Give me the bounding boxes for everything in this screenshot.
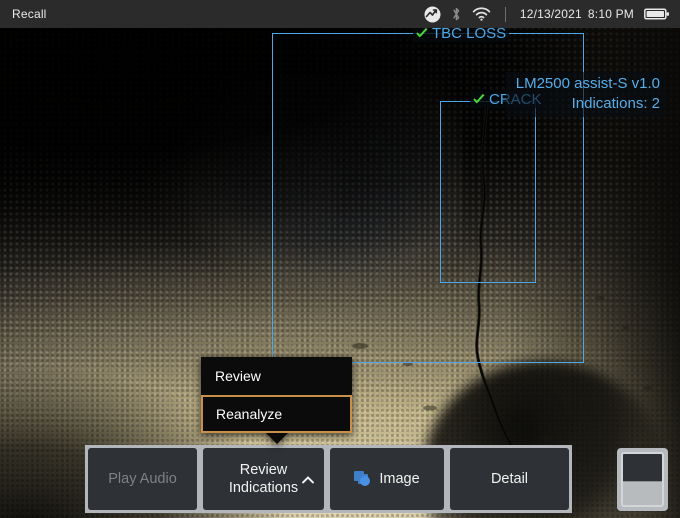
image-button-frame: Image	[327, 445, 447, 513]
battery-icon[interactable]	[644, 7, 670, 21]
bluetooth-icon[interactable]	[451, 6, 462, 23]
review-indications-button-frame: Review Indications	[200, 445, 327, 513]
check-icon	[416, 28, 430, 41]
layers-image-icon	[354, 471, 372, 487]
clock-time: 8:10 PM	[588, 7, 634, 21]
review-indications-label-line2: Indications	[229, 479, 298, 497]
scroll-thumb[interactable]	[623, 481, 662, 505]
chevron-up-icon	[302, 475, 313, 486]
play-audio-button[interactable]: Play Audio	[88, 448, 197, 510]
play-audio-button-frame: Play Audio	[85, 445, 200, 513]
review-indications-label-line1: Review	[229, 461, 298, 479]
clock-date: 12/13/2021	[520, 7, 582, 21]
image-label: Image	[379, 470, 419, 488]
detail-label: Detail	[491, 470, 528, 488]
detection-label-tbc-loss: TBC LOSS	[413, 28, 509, 42]
detail-button-frame: Detail	[447, 445, 572, 513]
toolbar-left-spacer	[0, 445, 85, 518]
image-button[interactable]: Image	[330, 448, 444, 510]
review-indications-button[interactable]: Review Indications	[203, 448, 324, 510]
menu-item-label: Reanalyze	[216, 406, 282, 422]
menu-item-reanalyze[interactable]: Reanalyze	[201, 395, 352, 433]
clock: 12/13/2021 8:10 PM	[520, 7, 634, 21]
image-scroll-thumb-widget[interactable]	[617, 448, 668, 511]
play-audio-label: Play Audio	[108, 470, 177, 488]
menu-item-review[interactable]: Review	[201, 357, 352, 395]
popup-caret-icon	[266, 433, 288, 444]
wifi-icon[interactable]	[472, 6, 491, 23]
assist-model-version: LM2500 assist-S v1.0	[516, 74, 660, 94]
detection-label-text: TBC LOSS	[432, 28, 506, 42]
review-indications-popup-menu[interactable]: Review Reanalyze	[201, 357, 352, 433]
borescope-app-window: TBC LOSS CRACK LM2500 assist-S v1.0 Indi…	[0, 0, 680, 518]
scroll-track-upper	[623, 454, 662, 481]
assist-indications-count: Indications: 2	[516, 94, 660, 114]
bottom-toolbar: Play Audio Review Indications Image	[0, 445, 680, 518]
menu-item-label: Review	[215, 368, 261, 384]
tray-divider	[505, 7, 506, 22]
scroll-track[interactable]	[621, 452, 664, 507]
status-bar: Recall 12/13/2021 8:10 PM	[0, 0, 680, 28]
assist-info-panel: LM2500 assist-S v1.0 Indications: 2	[506, 72, 666, 117]
activity-icon[interactable]	[424, 6, 441, 23]
screen-title: Recall	[0, 7, 47, 21]
check-icon	[473, 93, 487, 107]
status-tray: 12/13/2021 8:10 PM	[424, 6, 680, 23]
detail-button[interactable]: Detail	[450, 448, 569, 510]
